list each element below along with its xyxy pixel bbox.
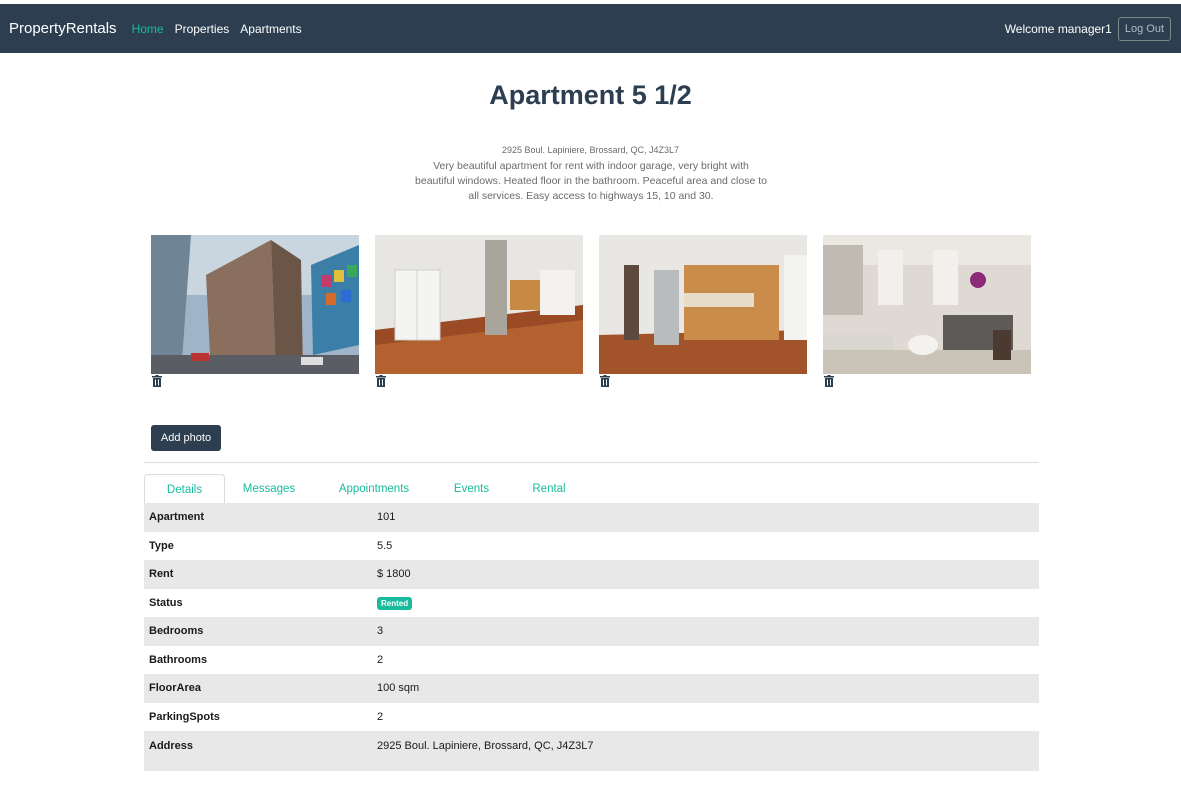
navbar-right: Welcome manager1 Log Out: [1004, 16, 1181, 41]
photo-kitchen[interactable]: [599, 235, 807, 374]
row-value: Rented: [377, 596, 413, 610]
row-label: Bathrooms: [149, 653, 208, 666]
row-value: 3: [377, 625, 384, 638]
table-row: FloorArea 100 sqm: [144, 674, 1039, 703]
tab-rental[interactable]: Rental: [524, 474, 574, 503]
photo-furnished-bedroom[interactable]: [823, 235, 1031, 374]
row-label: Bedrooms: [149, 625, 204, 638]
row-label: Type: [149, 539, 174, 552]
row-value: 5.5: [377, 539, 393, 552]
logout-button[interactable]: Log Out: [1117, 16, 1171, 41]
tab-events[interactable]: Events: [444, 474, 499, 503]
photo-empty-living-room[interactable]: [375, 235, 583, 374]
navbar: PropertyRentals Home Properties Apartmen…: [0, 4, 1181, 53]
brand-link[interactable]: PropertyRentals: [9, 20, 117, 37]
row-label: Status: [149, 596, 183, 609]
table-row: Rent $ 1800: [144, 560, 1039, 589]
nav-home[interactable]: Home: [132, 22, 164, 36]
row-value: 2925 Boul. Lapiniere, Brossard, QC, J4Z3…: [377, 740, 594, 752]
tab-messages[interactable]: Messages: [239, 474, 299, 503]
trash-icon[interactable]: [376, 375, 386, 387]
photo-building-exterior[interactable]: [151, 235, 359, 374]
trash-icon[interactable]: [152, 375, 162, 387]
row-value: 101: [377, 511, 396, 524]
table-row: Status Rented: [144, 589, 1039, 618]
row-label: FloorArea: [149, 682, 201, 695]
trash-icon[interactable]: [600, 375, 610, 387]
apartment-description: Very beautiful apartment for rent with i…: [415, 160, 767, 202]
tab-details[interactable]: Details: [144, 474, 225, 505]
row-label: ParkingSpots: [149, 710, 220, 723]
nav-apartments[interactable]: Apartments: [240, 22, 301, 36]
table-row: Bedrooms 3: [144, 617, 1039, 646]
apartment-address: 2925 Boul. Lapiniere, Brossard, QC, J4Z3…: [501, 145, 680, 155]
row-label: Apartment: [149, 511, 205, 524]
table-row: Type 5.5: [144, 532, 1039, 561]
nav-properties[interactable]: Properties: [175, 22, 230, 36]
divider: [144, 462, 1039, 463]
row-label: Rent: [149, 568, 174, 581]
status-badge: Rented: [377, 596, 413, 610]
row-value: $ 1800: [377, 568, 411, 581]
row-label: Address: [149, 740, 194, 752]
row-value: 2: [377, 653, 384, 666]
table-row: ParkingSpots 2: [144, 703, 1039, 732]
tab-bar: Details Messages Appointments Events Ren…: [144, 474, 1039, 505]
welcome-text: Welcome manager1: [1004, 21, 1112, 36]
table-row: Address 2925 Boul. Lapiniere, Brossard, …: [144, 731, 1039, 771]
tab-appointments[interactable]: Appointments: [334, 474, 414, 503]
row-value: 100 sqm: [377, 682, 420, 695]
table-row: Bathrooms 2: [144, 646, 1039, 675]
details-table: Apartment 101 Type 5.5 Rent $ 1800 Statu…: [144, 503, 1039, 771]
trash-icon[interactable]: [824, 375, 834, 387]
table-row: Apartment 101: [144, 503, 1039, 532]
row-value: 2: [377, 710, 384, 723]
page-title: Apartment 5 1/2: [489, 80, 692, 110]
add-photo-button[interactable]: Add photo: [151, 425, 221, 451]
